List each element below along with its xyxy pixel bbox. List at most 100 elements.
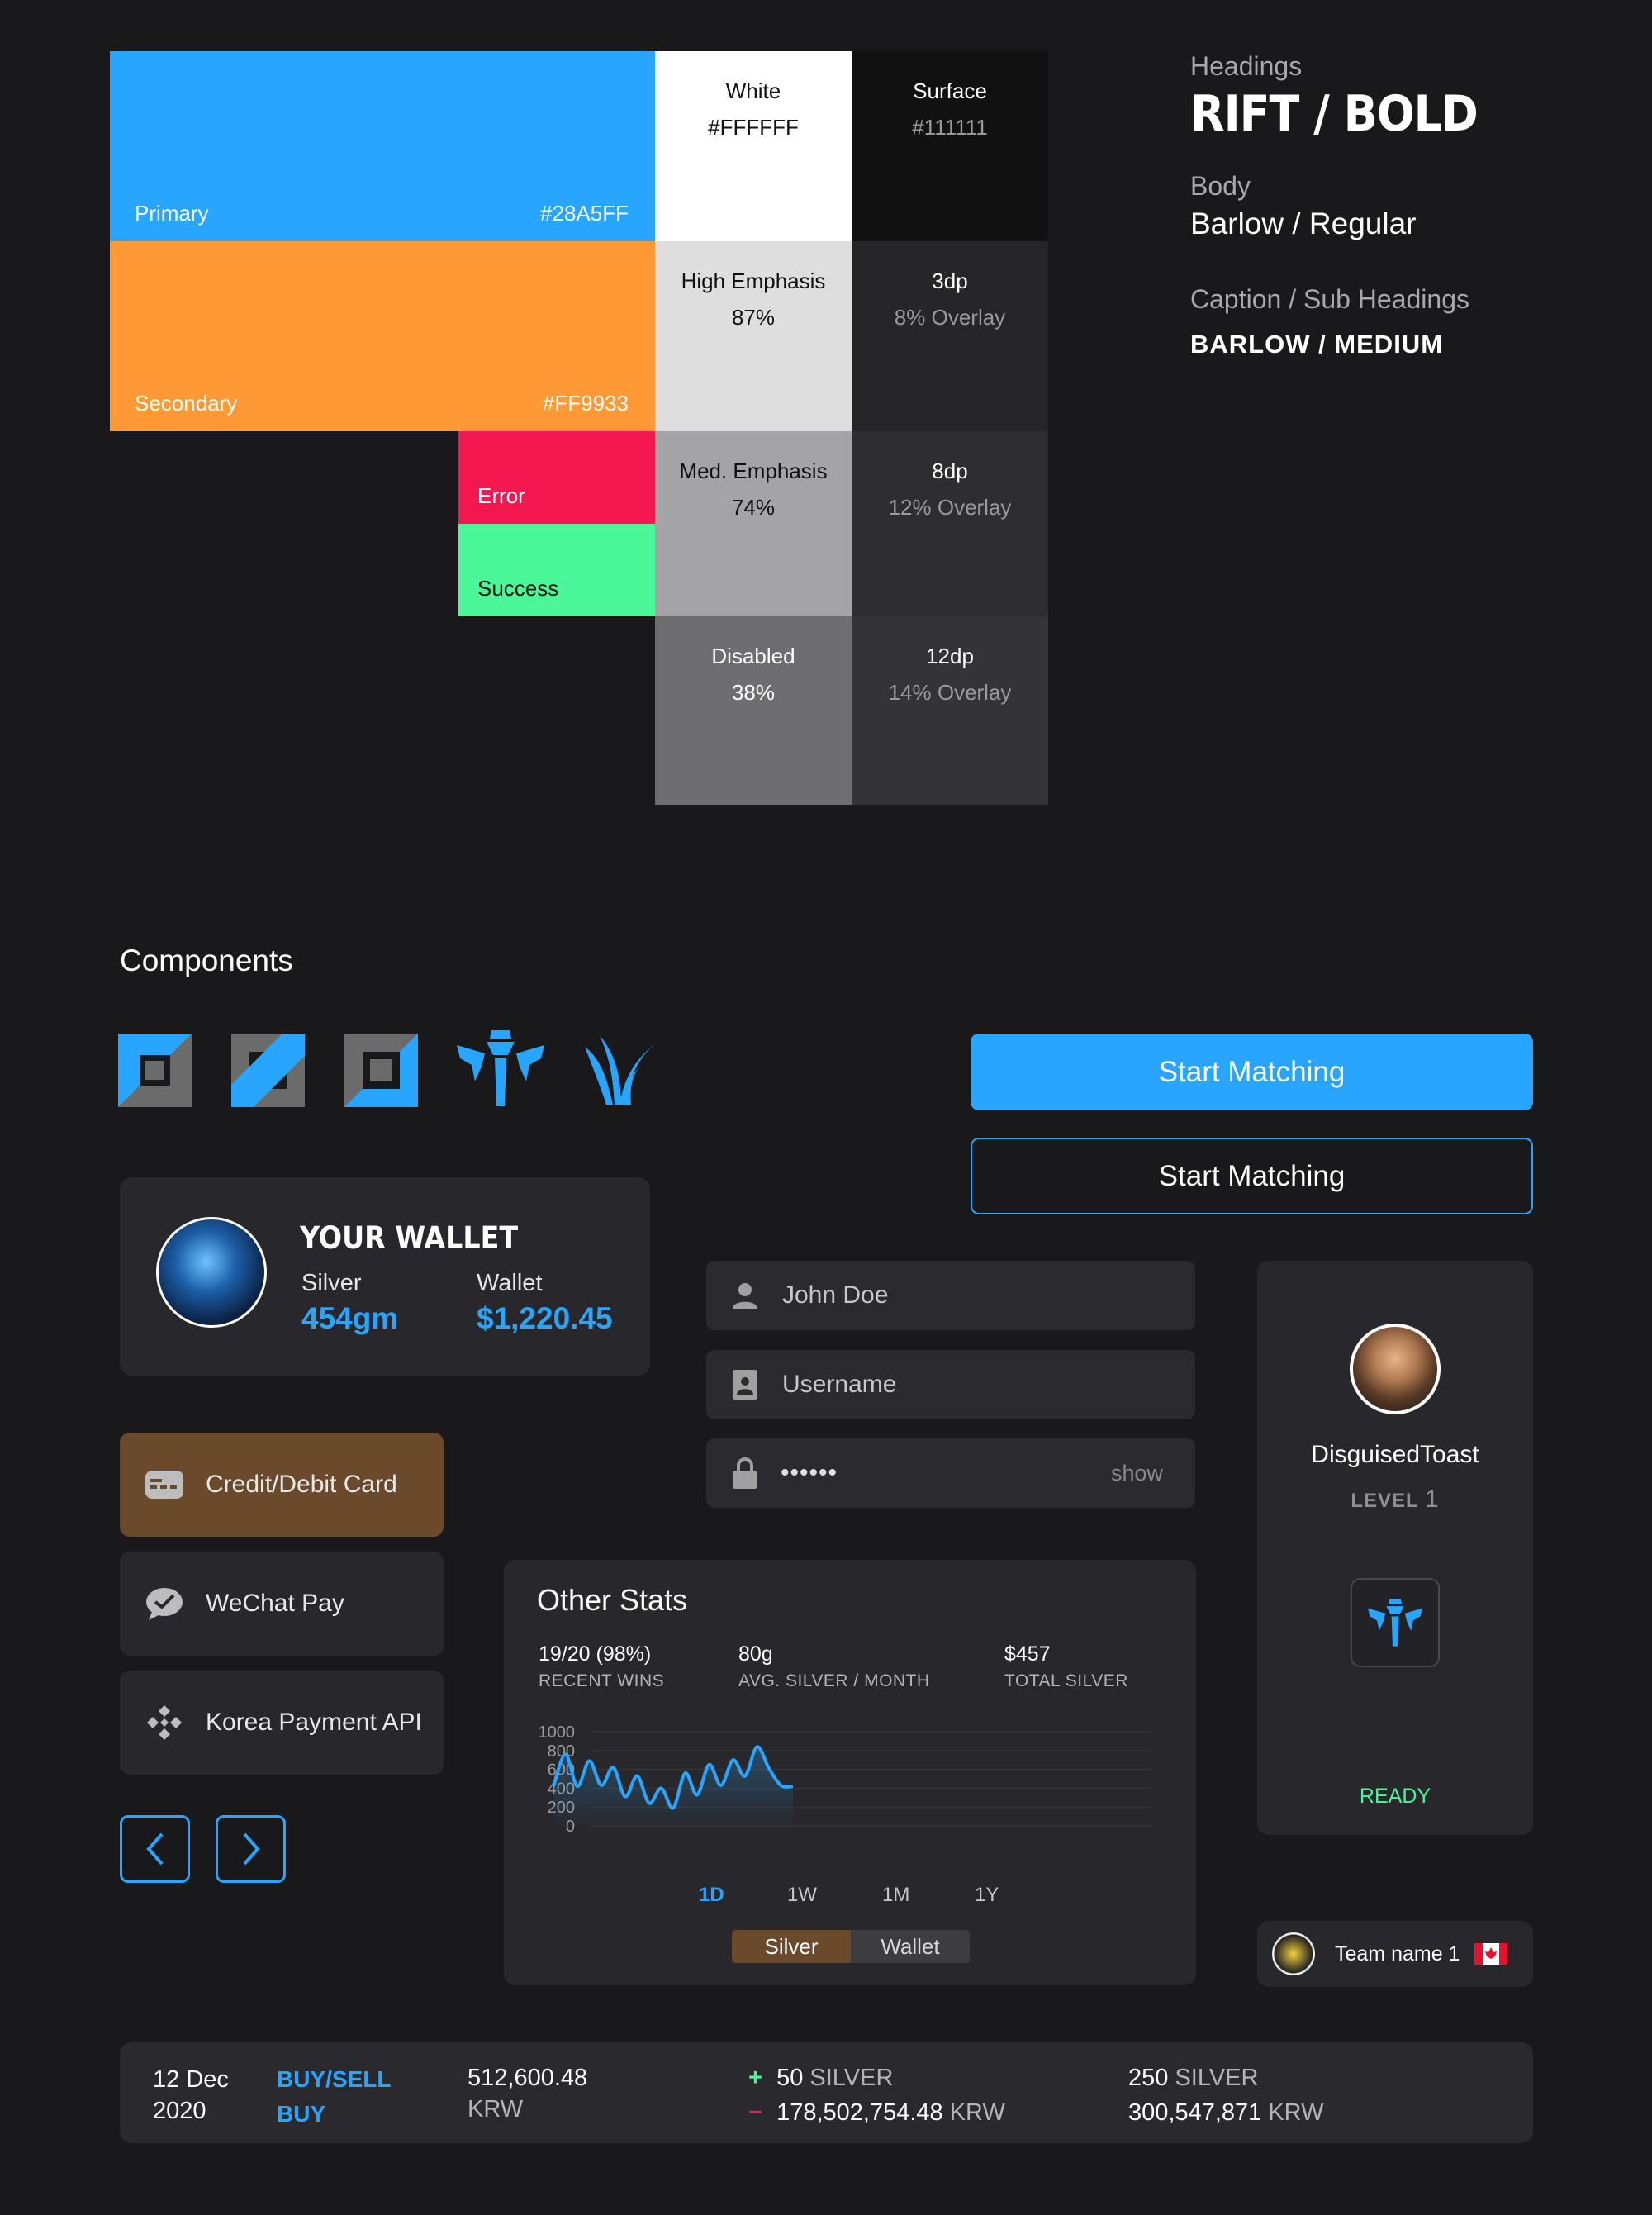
password-value[interactable]: •••••• bbox=[781, 1459, 1111, 1487]
dp12-value: 14% Overlay bbox=[888, 680, 1012, 705]
balance-value1: 250 bbox=[1128, 2065, 1169, 2091]
surface-swatch: Surface #111111 bbox=[852, 51, 1048, 241]
lock-icon bbox=[731, 1457, 759, 1489]
level-value: 1 bbox=[1424, 1485, 1440, 1513]
secondary-label: Secondary bbox=[135, 391, 238, 416]
canada-flag-icon bbox=[1474, 1943, 1508, 1965]
name-input[interactable] bbox=[781, 1281, 1081, 1310]
payment-option-card[interactable]: Credit/Debit Card bbox=[120, 1433, 444, 1537]
wechat-icon bbox=[145, 1584, 184, 1623]
username-input[interactable] bbox=[781, 1370, 1081, 1400]
headings-label: Headings bbox=[1190, 51, 1303, 81]
user-icon bbox=[731, 1281, 759, 1310]
minus-value: 178,502,754.48 bbox=[776, 2099, 943, 2126]
square-logo-icon bbox=[118, 1034, 192, 1107]
payment-option-label: Credit/Debit Card bbox=[206, 1471, 397, 1498]
range-tab-1d[interactable]: 1D bbox=[699, 1884, 724, 1907]
framed-square-logo-icon bbox=[344, 1034, 418, 1107]
series-area bbox=[553, 1747, 793, 1826]
disabled-label: Disabled bbox=[711, 644, 795, 668]
start-matching-button[interactable]: Start Matching bbox=[971, 1034, 1533, 1110]
profile-level: LEVEL 1 bbox=[1257, 1485, 1533, 1514]
dp12-swatch: 12dp 14% Overlay bbox=[852, 616, 1048, 805]
dp8-swatch: 8dp 12% Overlay bbox=[852, 431, 1048, 616]
disabled-value: 38% bbox=[731, 680, 776, 705]
body-label: Body bbox=[1190, 171, 1251, 201]
plus-icon: + bbox=[748, 2065, 762, 2091]
primary-label: Primary bbox=[135, 201, 209, 226]
stat-label: AVG. SILVER / MONTH bbox=[738, 1671, 930, 1690]
high-emphasis-value: 87% bbox=[731, 305, 776, 330]
payment-option-wechat[interactable]: WeChat Pay bbox=[120, 1552, 444, 1656]
username-field[interactable] bbox=[706, 1350, 1195, 1419]
date-line1: 12 Dec bbox=[153, 2066, 229, 2093]
transaction-type: BUY/SELL BUY bbox=[277, 2062, 391, 2132]
caption-value: BARLOW / MEDIUM bbox=[1190, 330, 1444, 359]
range-tab-1m[interactable]: 1M bbox=[882, 1884, 909, 1907]
previous-button[interactable] bbox=[120, 1815, 190, 1883]
profile-card: DisguisedToast LEVEL 1 READY bbox=[1257, 1261, 1533, 1835]
caption-label: Caption / Sub Headings bbox=[1190, 284, 1469, 314]
primary-swatch: Primary #28A5FF bbox=[110, 51, 655, 241]
transaction-amount: 512,600.48 KRW bbox=[468, 2062, 587, 2125]
wallet-title: YOUR WALLET bbox=[300, 1220, 519, 1256]
toggle-silver[interactable]: Silver bbox=[732, 1930, 851, 1963]
balance-unit2: KRW bbox=[1268, 2099, 1324, 2126]
wallet-avatar bbox=[156, 1217, 267, 1328]
toggle-wallet[interactable]: Wallet bbox=[851, 1930, 970, 1963]
team-name: Team name 1 bbox=[1335, 1942, 1460, 1965]
transaction-row[interactable]: 12 Dec 2020 BUY/SELL BUY 512,600.48 KRW … bbox=[120, 2042, 1533, 2143]
primary-hex: #28A5FF bbox=[540, 201, 629, 226]
team-chip[interactable]: Team name 1 bbox=[1257, 1921, 1533, 1987]
amount-unit: KRW bbox=[468, 2096, 524, 2122]
disabled-swatch: Disabled 38% bbox=[655, 616, 852, 805]
wallet-balance-label: Wallet bbox=[477, 1270, 543, 1296]
wallet-balance-value: $1,220.45 bbox=[477, 1301, 613, 1335]
body-value: Barlow / Regular bbox=[1190, 207, 1417, 240]
ready-status: READY bbox=[1359, 1785, 1431, 1808]
name-field[interactable] bbox=[706, 1261, 1195, 1330]
amount-value: 512,600.48 bbox=[468, 2065, 588, 2091]
stat-recent-wins: 19/20 (98%) RECENT WINS bbox=[539, 1642, 664, 1691]
range-tab-1y[interactable]: 1Y bbox=[975, 1884, 999, 1907]
winged-figure-logo-icon bbox=[1368, 1599, 1422, 1647]
dp3-value: 8% Overlay bbox=[894, 305, 1006, 330]
type-line2: BUY bbox=[277, 2101, 326, 2127]
stat-label: TOTAL SILVER bbox=[1004, 1671, 1128, 1690]
wallet-silver-value: 454gm bbox=[301, 1301, 399, 1335]
stat-total-silver: $457 TOTAL SILVER bbox=[1004, 1642, 1128, 1691]
dp8-value: 12% Overlay bbox=[888, 495, 1012, 520]
minus-unit: KRW bbox=[949, 2099, 1005, 2126]
plus-value: 50 bbox=[776, 2065, 804, 2091]
password-field[interactable]: •••••• show bbox=[706, 1438, 1195, 1508]
next-button[interactable] bbox=[216, 1815, 286, 1883]
flame-logo-icon bbox=[585, 1035, 656, 1105]
headings-value: RIFT / BOLD bbox=[1190, 85, 1479, 143]
error-swatch: Error bbox=[458, 431, 655, 524]
med-emphasis-label: Med. Emphasis bbox=[679, 459, 828, 483]
wallet-silver-label: Silver bbox=[301, 1270, 362, 1296]
start-matching-outline-button[interactable]: Start Matching bbox=[971, 1138, 1533, 1214]
med-emphasis-swatch: Med. Emphasis 74% bbox=[655, 431, 852, 616]
stat-avg-silver: 80g AVG. SILVER / MONTH bbox=[738, 1642, 930, 1691]
stat-value: $457 bbox=[1004, 1642, 1051, 1666]
payment-option-label: Korea Payment API bbox=[206, 1709, 422, 1736]
med-emphasis-value: 74% bbox=[731, 495, 776, 520]
stat-value: 19/20 (98%) bbox=[539, 1642, 652, 1666]
currency-toggle: Silver Wallet bbox=[732, 1930, 970, 1963]
success-label: Success bbox=[477, 576, 559, 601]
balance-unit1: SILVER bbox=[1175, 2065, 1259, 2091]
surface-label: Surface bbox=[913, 78, 987, 103]
stats-area-chart: 02004006008001000 bbox=[539, 1723, 1151, 1836]
surface-hex: #111111 bbox=[912, 115, 988, 140]
dp3-swatch: 3dp 8% Overlay bbox=[852, 241, 1048, 431]
stat-label: RECENT WINS bbox=[539, 1671, 665, 1690]
dp8-label: 8dp bbox=[932, 459, 968, 483]
range-tab-1w[interactable]: 1W bbox=[787, 1884, 817, 1907]
profile-avatar bbox=[1350, 1324, 1441, 1414]
minus-icon: − bbox=[748, 2099, 762, 2126]
payment-option-korea[interactable]: Korea Payment API bbox=[120, 1671, 444, 1775]
id-card-icon bbox=[731, 1370, 759, 1400]
dp3-label: 3dp bbox=[932, 269, 968, 293]
show-password-link[interactable]: show bbox=[1111, 1461, 1163, 1486]
